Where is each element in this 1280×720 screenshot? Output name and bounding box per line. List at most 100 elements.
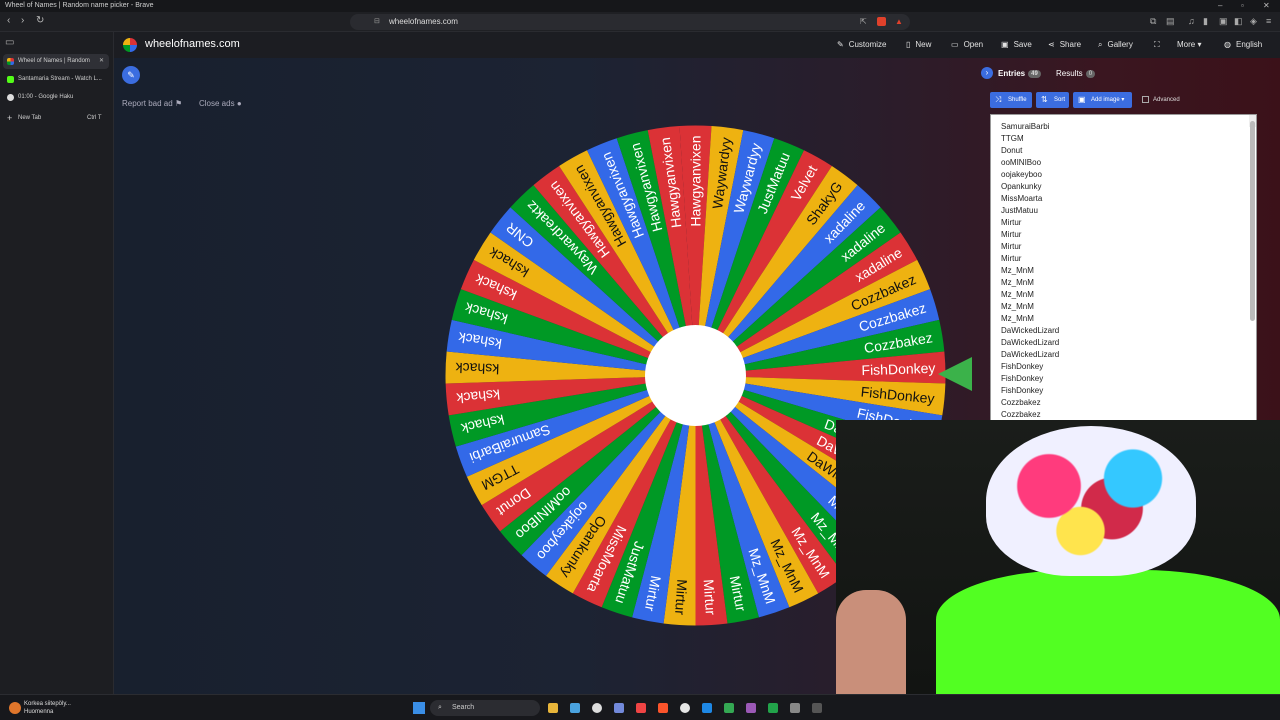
language-button[interactable]: ◍ English: [1224, 40, 1262, 49]
add-image-button[interactable]: ▣ Add image ▾: [1073, 92, 1132, 108]
advanced-checkbox[interactable]: Advanced: [1142, 96, 1180, 103]
entry-line[interactable]: FishDonkey: [996, 373, 1256, 385]
entry-line[interactable]: Mirtur: [996, 229, 1256, 241]
weather-icon[interactable]: [9, 702, 21, 714]
windows-start-icon[interactable]: [413, 702, 425, 714]
checkbox-box[interactable]: [1142, 96, 1149, 103]
excel-icon[interactable]: [768, 703, 778, 713]
entry-line[interactable]: Donut: [996, 145, 1256, 157]
entries-scrollbar[interactable]: [1249, 115, 1256, 321]
edit-pencil-icon[interactable]: ✎: [122, 66, 140, 84]
entry-line[interactable]: Mz_MnM: [996, 313, 1256, 325]
app-icon[interactable]: [746, 703, 756, 713]
reader-icon[interactable]: ▤: [1166, 16, 1175, 27]
gallery-button[interactable]: ⌕ Gallery: [1098, 40, 1133, 50]
wheel-segment-label: kshack: [454, 360, 499, 377]
sort-button[interactable]: ⇅ Sort: [1036, 92, 1069, 108]
share-page-icon[interactable]: ⇱: [860, 14, 867, 30]
discord-icon[interactable]: [614, 703, 624, 713]
entry-line[interactable]: FishDonkey: [996, 385, 1256, 397]
chrome-icon[interactable]: [592, 703, 602, 713]
window-titlebar: Wheel of Names | Random name picker - Br…: [0, 0, 1280, 12]
entry-line[interactable]: Mz_MnM: [996, 289, 1256, 301]
app-icon[interactable]: [636, 703, 646, 713]
entry-line[interactable]: DaWickedLizard: [996, 337, 1256, 349]
more-button[interactable]: More ▾: [1177, 40, 1201, 49]
app-icon[interactable]: [702, 703, 712, 713]
entry-line[interactable]: Opankunky: [996, 181, 1256, 193]
google-favicon-icon: [7, 94, 14, 101]
wallet-icon[interactable]: ◧: [1234, 16, 1243, 27]
tabs-icon[interactable]: ▣: [1219, 16, 1228, 27]
entry-line[interactable]: Cozzbakez: [996, 397, 1256, 409]
entry-line[interactable]: Mirtur: [996, 253, 1256, 265]
weather-widget[interactable]: Korkea siitepöly... Huomenna: [24, 700, 71, 716]
entry-line[interactable]: Mirtur: [996, 217, 1256, 229]
menu-icon[interactable]: ≡: [1266, 16, 1271, 26]
media-icon[interactable]: ♫: [1188, 16, 1195, 26]
wheel-segment-label: Mirtur: [701, 579, 719, 616]
tab-wheel-of-names[interactable]: Wheel of Names | Random ✕: [3, 54, 109, 69]
extension-icon[interactable]: ⧉: [1150, 16, 1156, 27]
back-icon[interactable]: ‹: [7, 15, 10, 26]
vpn-icon[interactable]: ◈: [1250, 16, 1257, 27]
new-button[interactable]: ▯ New: [906, 40, 931, 49]
share-button[interactable]: ⋖ Share: [1048, 40, 1081, 49]
streamer-hand: [836, 590, 906, 694]
tab-entries[interactable]: Entries 49: [998, 69, 1041, 78]
tab-google-search[interactable]: 01:00 - Google Haku: [3, 90, 109, 105]
entry-line[interactable]: Mz_MnM: [996, 301, 1256, 313]
brave-shields-icon[interactable]: [877, 17, 886, 26]
wheel-center-button[interactable]: [645, 325, 746, 426]
brave-icon[interactable]: [658, 703, 668, 713]
tab-panel-icon[interactable]: ▭: [5, 37, 14, 48]
entry-line[interactable]: ooMINIBoo: [996, 157, 1256, 169]
close-ads-link[interactable]: Close ads ●: [199, 99, 242, 108]
scrollbar-thumb[interactable]: [1250, 121, 1255, 321]
save-button[interactable]: ▣ Save: [1001, 40, 1032, 49]
app-icon[interactable]: [724, 703, 734, 713]
palette-icon: ✎: [837, 40, 844, 49]
file-explorer-icon[interactable]: [548, 703, 558, 713]
entry-line[interactable]: Mirtur: [996, 241, 1256, 253]
entry-line[interactable]: SamuraiBarbi: [996, 121, 1256, 133]
customize-button[interactable]: ✎ Customize: [837, 40, 887, 49]
results-count-badge: 0: [1085, 69, 1096, 78]
entry-line[interactable]: DaWickedLizard: [996, 349, 1256, 361]
chrome-icon[interactable]: [680, 703, 690, 713]
app-icon[interactable]: [812, 703, 822, 713]
brave-rewards-icon[interactable]: ▲: [895, 14, 903, 30]
close-tab-icon[interactable]: ✕: [99, 54, 104, 69]
tab-results[interactable]: Results 0: [1056, 69, 1096, 78]
entry-line[interactable]: oojakeyboo: [996, 169, 1256, 181]
entry-line[interactable]: JustMatuu: [996, 205, 1256, 217]
forward-icon[interactable]: ›: [21, 15, 24, 26]
close-window-icon[interactable]: ✕: [1263, 0, 1270, 12]
collapse-chevron-icon[interactable]: ›: [981, 67, 993, 79]
wheel-logo-icon[interactable]: [123, 38, 137, 52]
open-button[interactable]: ▭ Open: [951, 40, 983, 49]
webcam-overlay: [836, 420, 1280, 694]
taskbar-search[interactable]: ⌕ Search: [430, 700, 540, 716]
minimize-icon[interactable]: –: [1218, 0, 1222, 12]
entry-line[interactable]: MissMoarta: [996, 193, 1256, 205]
entry-line[interactable]: DaWickedLizard: [996, 325, 1256, 337]
sidebar-toggle-icon[interactable]: ▮: [1203, 16, 1208, 27]
reload-icon[interactable]: ↻: [36, 15, 44, 26]
entry-line[interactable]: Mz_MnM: [996, 277, 1256, 289]
tab-santamaria-stream[interactable]: Santamaria Stream - Watch L...: [3, 72, 109, 87]
address-bar[interactable]: ⊟ wheelofnames.com ⇱ ▲: [350, 14, 910, 30]
entry-line[interactable]: TTGM: [996, 133, 1256, 145]
maximize-icon[interactable]: ▫: [1241, 0, 1244, 12]
site-info-icon[interactable]: ⊟: [374, 14, 380, 30]
fullscreen-icon[interactable]: ⛶: [1154, 40, 1160, 50]
entry-line[interactable]: FishDonkey: [996, 361, 1256, 373]
report-bad-ad-link[interactable]: Report bad ad ⚑: [122, 99, 182, 108]
new-tab-button[interactable]: + New Tab Ctrl T: [3, 111, 109, 126]
entry-line[interactable]: Mz_MnM: [996, 265, 1256, 277]
search-icon: ⌕: [438, 704, 442, 711]
site-name[interactable]: wheelofnames.com: [145, 38, 240, 50]
shuffle-button[interactable]: ⤨ Shuffle: [990, 92, 1032, 108]
app-icon[interactable]: [570, 703, 580, 713]
settings-icon[interactable]: [790, 703, 800, 713]
